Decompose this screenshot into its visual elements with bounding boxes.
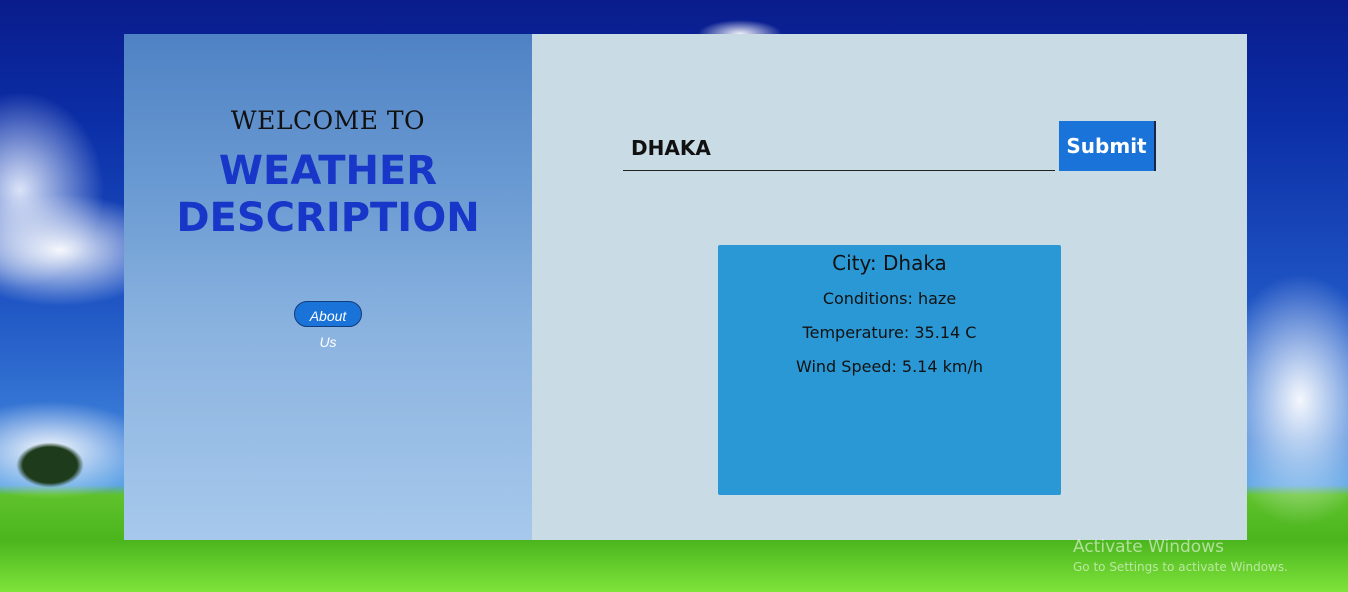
activate-windows-watermark: Activate Windows Go to Settings to activ… <box>1073 536 1288 576</box>
weather-result-card: City: Dhaka Conditions: haze Temperature… <box>718 245 1061 495</box>
result-temperature: Temperature: 35.14 C <box>802 323 977 342</box>
welcome-text: WELCOME TO <box>230 106 426 135</box>
background-tree <box>0 430 95 495</box>
about-us-button[interactable]: About Us <box>294 301 362 350</box>
submit-button[interactable]: Submit <box>1059 121 1156 171</box>
app-title-line1: WEATHER <box>218 148 438 194</box>
hero-panel: WELCOME TO WEATHER DESCRIPTION About Us <box>124 34 532 540</box>
main-panel: WELCOME TO WEATHER DESCRIPTION About Us … <box>124 34 1247 540</box>
result-wind-speed: Wind Speed: 5.14 km/h <box>795 357 984 376</box>
result-conditions: Conditions: haze <box>822 289 957 308</box>
app-title-line2: DESCRIPTION <box>176 195 480 241</box>
app-title: WEATHER DESCRIPTION <box>124 148 532 242</box>
city-input[interactable] <box>623 126 1055 171</box>
watermark-title: Activate Windows <box>1073 537 1224 557</box>
result-city: City: Dhaka <box>832 251 947 275</box>
watermark-subtitle: Go to Settings to activate Windows. <box>1073 560 1288 574</box>
search-panel: Submit City: Dhaka Conditions: haze Temp… <box>532 34 1247 540</box>
